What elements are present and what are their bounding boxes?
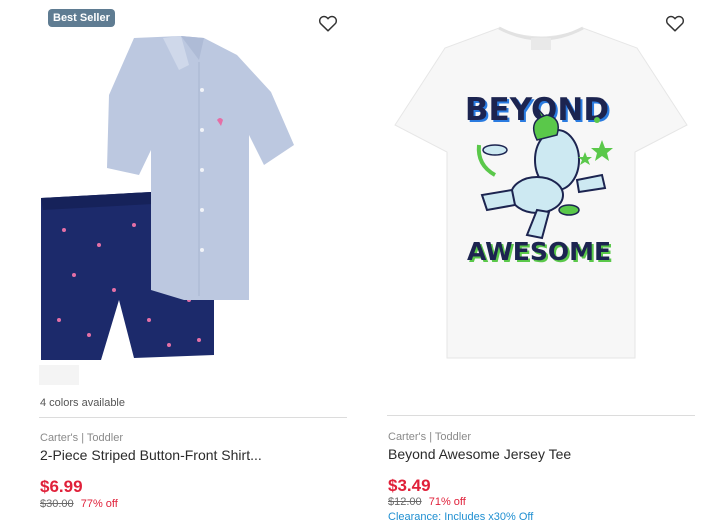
- heart-icon[interactable]: [317, 12, 339, 34]
- heart-icon[interactable]: [664, 12, 686, 34]
- product-image[interactable]: BEYOND BEYOND AWESOME AWESOME: [387, 0, 695, 385]
- brand-label: Carter's | Toddler: [40, 432, 124, 444]
- print-text-bottom: AWESOME: [467, 237, 611, 266]
- discount-label: 71% off: [428, 496, 466, 508]
- product-title[interactable]: 2-Piece Striped Button-Front Shirt...: [40, 447, 340, 463]
- colors-available-label[interactable]: 4 colors available: [40, 397, 125, 409]
- product-image[interactable]: Best Seller: [39, 0, 347, 385]
- brand-label: Carter's | Toddler: [388, 431, 472, 443]
- original-price: $30.00: [40, 498, 74, 510]
- best-seller-badge: Best Seller: [48, 9, 115, 27]
- price-details: $30.00 77% off: [40, 498, 118, 510]
- price-details: $12.00 71% off: [388, 496, 466, 508]
- product-card[interactable]: Best Seller 4 colors available Carter's …: [39, 0, 347, 529]
- clearance-promo: Clearance: Includes x30% Off: [388, 511, 534, 523]
- sale-price: $6.99: [40, 477, 83, 496]
- product-title[interactable]: Beyond Awesome Jersey Tee: [388, 446, 688, 462]
- divider: [387, 415, 695, 416]
- discount-label: 77% off: [80, 498, 118, 510]
- sale-price: $3.49: [388, 476, 431, 495]
- product-card[interactable]: BEYOND BEYOND AWESOME AWESOME Carter's |…: [387, 0, 695, 529]
- original-price: $12.00: [388, 496, 422, 508]
- divider: [39, 417, 347, 418]
